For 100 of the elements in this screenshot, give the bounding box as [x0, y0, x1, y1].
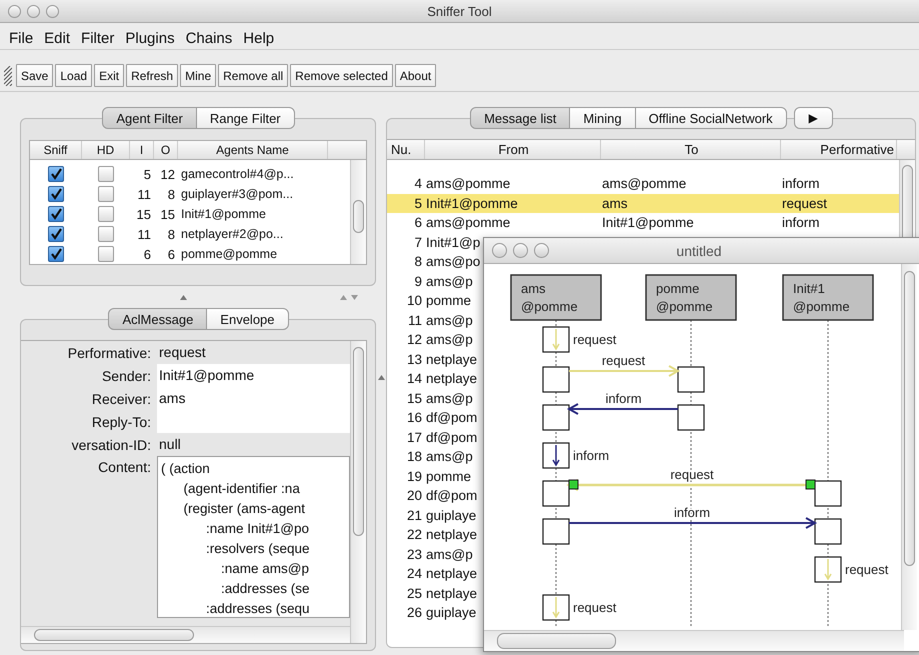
checkbox[interactable]	[98, 166, 114, 182]
content-field[interactable]: ( (action (agent-identifier :na (register (ams-agent :name Init#1@po :resolvers (seque :name ams@p :addresses (se :addresses (sequ	[157, 456, 350, 618]
checkbox[interactable]	[48, 166, 64, 182]
table-row[interactable]: 20 df@pom	[387, 486, 481, 506]
column-header[interactable]: HD	[82, 141, 130, 159]
checkbox[interactable]	[98, 206, 114, 222]
table-row[interactable]: 4 ams@pomme ams@pomme inform	[387, 174, 899, 194]
table-cell: ams@p	[425, 390, 473, 406]
table-row[interactable]: 18 ams@p	[387, 447, 481, 466]
table-row[interactable]: 15 ams@p	[387, 388, 481, 408]
arrow-up-icon[interactable]	[180, 294, 187, 300]
field-value[interactable]: Init#1@pomme	[157, 364, 350, 387]
zoom-icon[interactable]	[46, 4, 59, 18]
agent-box[interactable]: Init#1 @pomme	[782, 274, 874, 321]
close-icon[interactable]	[492, 243, 507, 258]
table-row[interactable]: 5 Init#1@pomme ams request	[387, 194, 899, 213]
agent-box[interactable]: pomme @pomme	[645, 274, 737, 321]
activation-box	[814, 556, 842, 583]
table-row[interactable]: 9 ams@p	[387, 272, 481, 291]
tab[interactable]: Agent Filter	[102, 107, 197, 129]
scrollbar[interactable]	[350, 160, 366, 264]
toolbar-button[interactable]: Save	[16, 64, 54, 87]
message-arrow[interactable]	[552, 444, 560, 466]
message-label: inform	[674, 505, 710, 520]
column-header[interactable]: Agents Name	[178, 141, 328, 159]
table-cell: ams@p	[425, 312, 473, 328]
scrollbar[interactable]	[350, 341, 366, 643]
field-value[interactable]: ams	[157, 387, 350, 410]
tab[interactable]: Message list	[470, 107, 570, 129]
table-row[interactable]: 22 netplaye	[387, 525, 481, 544]
column-header[interactable]: Performative	[781, 140, 897, 159]
message-arrow[interactable]	[566, 403, 679, 415]
menu-item[interactable]: Filter	[80, 30, 116, 46]
tab[interactable]: Mining	[569, 107, 636, 129]
scrollbar[interactable]	[484, 630, 904, 651]
menu-item[interactable]: Plugins	[124, 30, 176, 46]
table-row[interactable]: 11 ams@p	[387, 310, 481, 330]
minimize-icon[interactable]	[27, 4, 40, 18]
tab[interactable]: Range Filter	[196, 107, 295, 129]
toolbar-button[interactable]: Remove all	[218, 64, 288, 87]
field-label: Content:	[97, 458, 152, 475]
toolbar-button[interactable]: Refresh	[126, 64, 178, 87]
menu-item[interactable]: Chains	[184, 30, 234, 46]
table-cell-text: 6	[142, 246, 152, 262]
toolbar-button[interactable]: About	[394, 64, 436, 87]
checkbox[interactable]	[48, 226, 64, 242]
tab[interactable]: AclMessage	[108, 308, 208, 330]
toolbar-button[interactable]: Exit	[94, 64, 124, 87]
toolbar-button[interactable]: Load	[55, 64, 92, 87]
message-arrow[interactable]	[568, 517, 818, 529]
table-row[interactable]: 12 ams@p	[387, 330, 481, 350]
field-label: Sender:	[100, 368, 152, 384]
close-icon[interactable]	[8, 4, 21, 18]
column-header[interactable]: O	[154, 141, 178, 159]
tab[interactable]: Offline SocialNetwork	[634, 107, 787, 129]
arrows-icon[interactable]	[340, 294, 358, 300]
checkbox[interactable]	[48, 186, 64, 202]
menu-item[interactable]: File	[8, 30, 34, 46]
checkbox[interactable]	[98, 186, 114, 202]
toolbar-button[interactable]: Mine	[180, 64, 216, 87]
column-header[interactable]: To	[601, 140, 781, 159]
tab[interactable]: Envelope	[206, 308, 289, 330]
column-header[interactable]: I	[130, 141, 154, 159]
column-header[interactable]: Nu.	[387, 140, 425, 159]
table-row[interactable]: 26 guiplaye	[387, 603, 481, 622]
checkbox[interactable]	[48, 206, 64, 222]
column-header[interactable]: Sniff	[30, 141, 82, 159]
table-row[interactable]: 25 netplaye	[387, 584, 481, 603]
checkbox[interactable]	[98, 226, 114, 242]
zoom-icon[interactable]	[534, 243, 549, 258]
table-row[interactable]: 6 ams@pomme Init#1@pomme inform	[387, 213, 899, 232]
column-header[interactable]: From	[425, 140, 601, 159]
minimize-icon[interactable]	[513, 243, 528, 258]
table-row[interactable]: 14 netplaye	[387, 369, 481, 388]
scroll-tabs-button[interactable]: ▶	[794, 107, 833, 129]
table-row[interactable]: 24 netplaye	[387, 564, 481, 584]
agent-box[interactable]: ams @pomme	[510, 274, 602, 321]
field-label: versation-ID:	[70, 436, 152, 452]
table-cell-text: ams	[601, 196, 629, 211]
table-row[interactable]: 17 df@pom	[387, 428, 481, 447]
checkbox[interactable]	[98, 246, 114, 262]
table-cell-text: 25	[406, 586, 423, 601]
scrollbar[interactable]	[901, 264, 917, 630]
table-row[interactable]: 21 guiplaye	[387, 506, 481, 525]
table-row[interactable]: 13 netplaye	[387, 350, 481, 369]
table-row[interactable]: 16 df@pom	[387, 408, 481, 428]
table-row[interactable]: 23 ams@p	[387, 544, 481, 564]
scrollbar[interactable]	[21, 626, 350, 643]
menu-item[interactable]: Help	[242, 30, 276, 46]
grip-icon[interactable]	[4, 66, 12, 86]
field-value[interactable]	[157, 410, 350, 433]
activation-box	[814, 480, 842, 507]
menu-item[interactable]: Edit	[43, 30, 72, 46]
toolbar-button[interactable]: Remove selected	[290, 64, 393, 87]
arrow-up-icon[interactable]	[378, 375, 384, 380]
table-row[interactable]: 10 pomme	[387, 291, 481, 310]
table-row[interactable]: 19 pomme	[387, 466, 481, 486]
table-row[interactable]: 8 ams@po	[387, 252, 481, 272]
table-row[interactable]: 7 Init#1@p	[387, 232, 481, 252]
checkbox[interactable]	[48, 246, 64, 262]
